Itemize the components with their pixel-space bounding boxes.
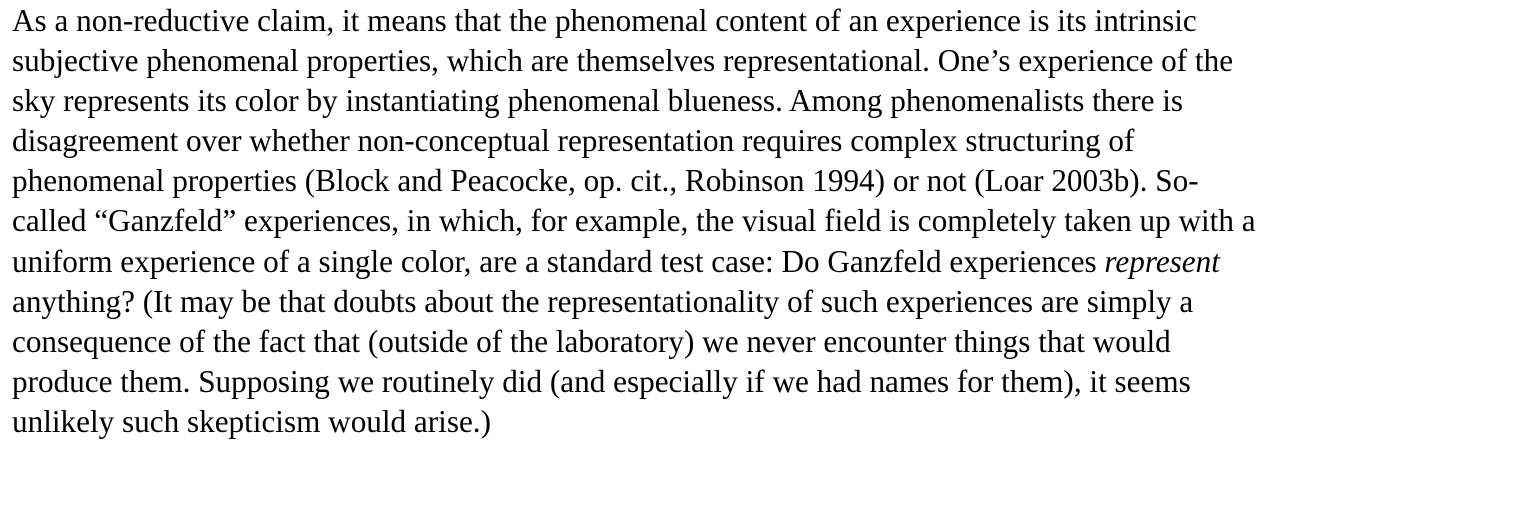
text-line: subjective phenomenal properties, which …	[12, 43, 1234, 79]
text-line: As a non-reductive claim, it means that …	[12, 3, 1197, 38]
text-line: produce them. Supposing we routinely did…	[12, 363, 1191, 399]
emphasized-word: represent	[1104, 243, 1220, 279]
text-line: uniform experience of a single color, ar…	[12, 242, 1512, 282]
text-line: disagreement over whether non-conceptual…	[12, 123, 1135, 159]
text-line: sky represents its color by instantiatin…	[12, 83, 1184, 119]
text-line: consequence of the fact that (outside of…	[12, 323, 1171, 359]
text-line: called “Ganzfeld” experiences, in which,…	[12, 203, 1256, 239]
body-paragraph: As a non-reductive claim, it means that …	[12, 0, 1512, 442]
text-line-segment: uniform experience of a single color, ar…	[12, 243, 1105, 279]
text-line: unlikely such skepticism would arise.)	[12, 403, 491, 439]
text-line: anything? (It may be that doubts about t…	[12, 283, 1194, 319]
text-line: phenomenal properties (Block and Peacock…	[12, 163, 1199, 199]
